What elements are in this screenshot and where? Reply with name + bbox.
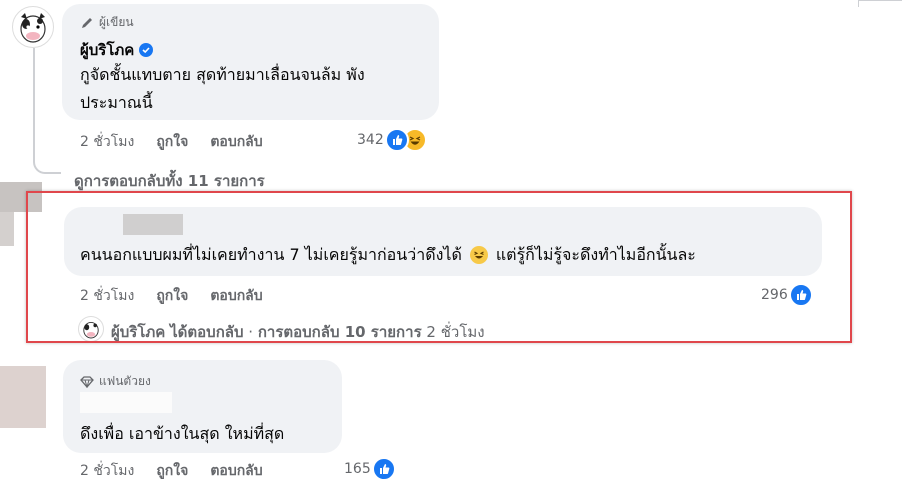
author-badge: ผู้เขียน <box>80 13 134 32</box>
reaction-count: 165 <box>344 461 371 477</box>
like-button[interactable]: ถูกใจ <box>156 460 188 482</box>
like-button[interactable]: ถูกใจ <box>156 131 188 153</box>
reaction-summary[interactable]: 165 <box>344 457 396 481</box>
redacted-author-name <box>80 392 172 413</box>
reply-button[interactable]: ตอบกลับ <box>210 460 262 482</box>
verified-badge-icon <box>139 43 154 57</box>
like-reaction-icon <box>371 457 396 481</box>
highlight-box <box>26 191 852 343</box>
redacted-avatar-lower <box>0 212 14 246</box>
reaction-summary[interactable]: 342 <box>357 128 427 152</box>
view-replies-link[interactable]: ดูการตอบกลับทั้ง 11 รายการ <box>74 169 265 193</box>
top-fan-badge-label: แฟนตัวยง <box>99 374 151 388</box>
reaction-count: 342 <box>357 132 384 148</box>
comment-actions: 2 ชั่วโมง ถูกใจ ตอบกลับ <box>80 460 285 482</box>
cow-mascot-icon <box>20 13 46 43</box>
comment-timestamp[interactable]: 2 ชั่วโมง <box>80 460 134 482</box>
comment-text-line2: ประมาณนี้ <box>80 93 153 112</box>
like-reaction-icon <box>384 128 409 152</box>
reply-button[interactable]: ตอบกลับ <box>210 131 262 153</box>
redacted-avatar <box>0 366 46 428</box>
comment-text-line1: กูจัดชั้นแทบตาย สุดท้ายมาเลื่อนจนล้ม พัง <box>80 65 365 84</box>
thread-line <box>33 48 35 158</box>
thread-curve <box>33 158 61 174</box>
comment-actions: 2 ชั่วโมง ถูกใจ ตอบกลับ <box>80 131 285 153</box>
diamond-icon <box>80 375 94 388</box>
comment-timestamp[interactable]: 2 ชั่วโมง <box>80 131 134 153</box>
author-badge-label: ผู้เขียน <box>99 15 134 29</box>
comment-text: กูจัดชั้นแทบตาย สุดท้ายมาเลื่อนจนล้ม พัง… <box>80 61 430 117</box>
comment-author-name[interactable]: ผู้บริโภค <box>80 38 154 62</box>
reply-summary-mask <box>60 341 860 355</box>
author-name-text[interactable]: ผู้บริโภค <box>80 38 134 62</box>
author-avatar[interactable] <box>12 6 54 48</box>
top-right-corner-line <box>858 0 902 7</box>
pencil-icon <box>82 17 92 28</box>
fan-comment-text: ดึงเพื่อ เอาข้างในสุด ใหม่ที่สุด <box>80 424 285 443</box>
top-fan-badge: แฟนตัวยง <box>80 372 151 391</box>
